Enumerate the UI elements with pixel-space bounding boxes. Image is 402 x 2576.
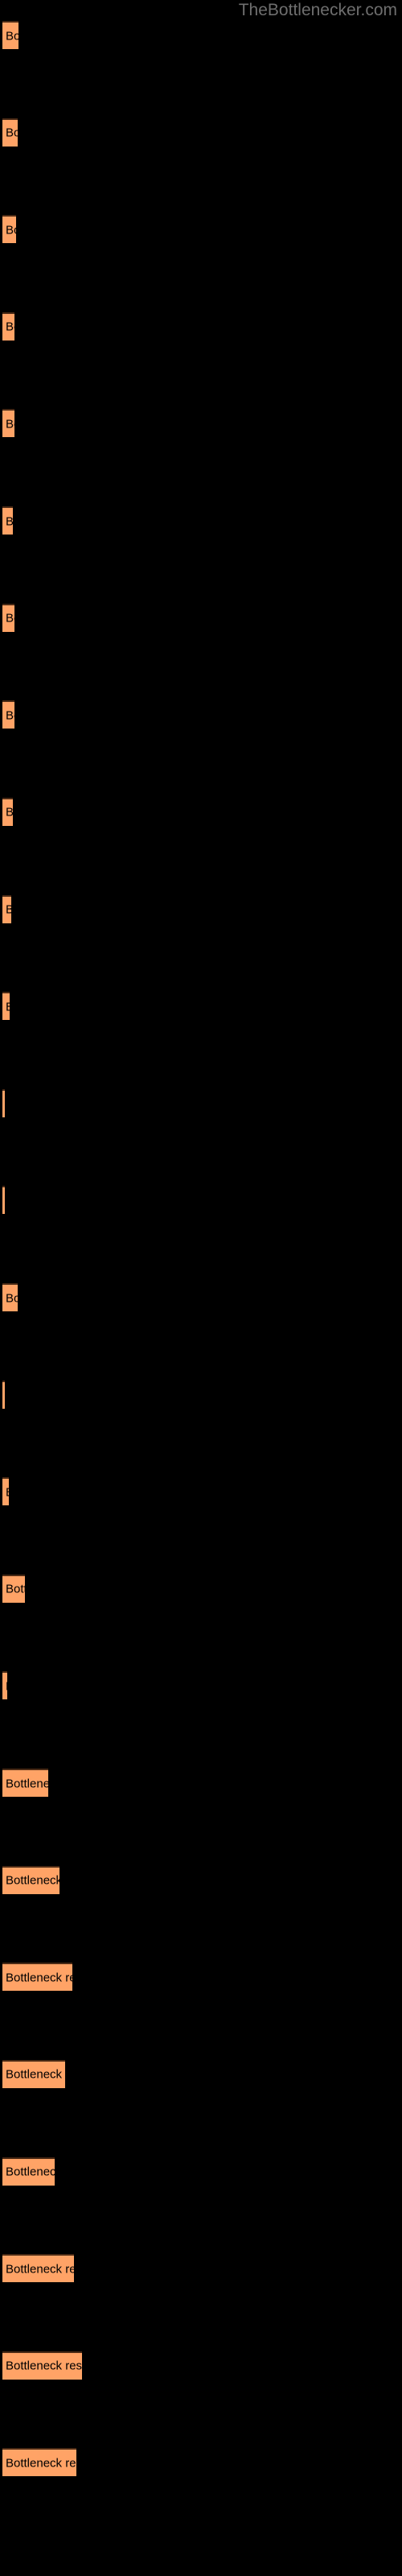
plot-area: Bottleneck result Bottleneck result Bottle… — [0, 0, 402, 2576]
bar-label: Bottleneck result — [6, 1971, 72, 1985]
bar-label: Bottleneck result — [6, 2165, 55, 2179]
bar-label: Bottleneck result — [6, 2456, 76, 2471]
bar-label: Bottleneck result — [6, 514, 13, 528]
bar-label: Bottleneck result — [6, 1291, 18, 1305]
bar-label: Bottleneck result — [6, 1000, 10, 1013]
bar-label: Bottleneck result — [6, 1777, 48, 1791]
bar-label: Bottleneck result — [6, 223, 16, 237]
bottleneck-bar-chart: TheBottlenecker.com Bottleneck resultBot… — [0, 0, 402, 2576]
bar[interactable]: Bottleneck result — [2, 312, 14, 341]
bar-label: Bottleneck result — [6, 2359, 82, 2373]
bar-label: Bottleneck result — [6, 320, 14, 334]
bar[interactable]: Bottleneck result — [2, 2059, 65, 2088]
bar-label: Bottleneck result — [6, 29, 18, 43]
bar[interactable]: Bottleneck result — [2, 1088, 5, 1117]
bar[interactable]: Bottleneck result — [2, 506, 13, 535]
bar-label: Bottleneck result — [6, 1582, 25, 1596]
bar[interactable]: Bottleneck result — [2, 1865, 59, 1894]
bar[interactable]: Bottleneck result — [2, 2254, 74, 2283]
bar[interactable]: Bottleneck result — [2, 1186, 5, 1215]
bar[interactable]: Bottleneck result — [2, 1963, 72, 1992]
bar[interactable]: Bottleneck result — [2, 1283, 18, 1311]
bar-label: Bottleneck result — [6, 126, 18, 140]
bar-label: Bottleneck result — [6, 2067, 65, 2082]
bar[interactable]: Bottleneck result — [2, 21, 18, 49]
bar[interactable]: Bottleneck result — [2, 118, 18, 147]
bar[interactable]: Bottleneck result — [2, 409, 14, 438]
bar[interactable]: Bottleneck result — [2, 603, 14, 632]
bar[interactable]: Bottleneck result — [2, 1574, 25, 1603]
bar-label: Bottleneck result — [6, 1679, 7, 1693]
bar-label: Bottleneck result — [6, 2262, 74, 2277]
bar-label: Bottleneck result — [6, 417, 14, 431]
bar-label: Bottleneck result — [6, 1485, 9, 1499]
bar[interactable]: Bottleneck result — [2, 992, 10, 1021]
bar[interactable]: Bottleneck result — [2, 2448, 76, 2477]
bar[interactable]: Bottleneck result — [2, 2157, 55, 2186]
bar[interactable]: Bottleneck result — [2, 797, 13, 826]
bar-label: Bottleneck result — [6, 611, 14, 625]
bar[interactable]: Bottleneck result — [2, 1671, 7, 1700]
bar[interactable]: Bottleneck result — [2, 1769, 48, 1798]
bar-label: Bottleneck result — [6, 903, 11, 917]
bar[interactable]: Bottleneck result — [2, 215, 16, 244]
bar[interactable]: Bottleneck result — [2, 2351, 82, 2380]
bar[interactable]: Bottleneck result — [2, 700, 14, 729]
bar[interactable]: Bottleneck result — [2, 1380, 5, 1409]
bar-label: Bottleneck result — [6, 1873, 59, 1888]
bar-label: Bottleneck result — [6, 708, 14, 723]
bar[interactable]: Bottleneck result — [2, 894, 11, 923]
bar[interactable]: Bottleneck result — [2, 1477, 9, 1506]
bar-label: Bottleneck result — [6, 806, 13, 819]
